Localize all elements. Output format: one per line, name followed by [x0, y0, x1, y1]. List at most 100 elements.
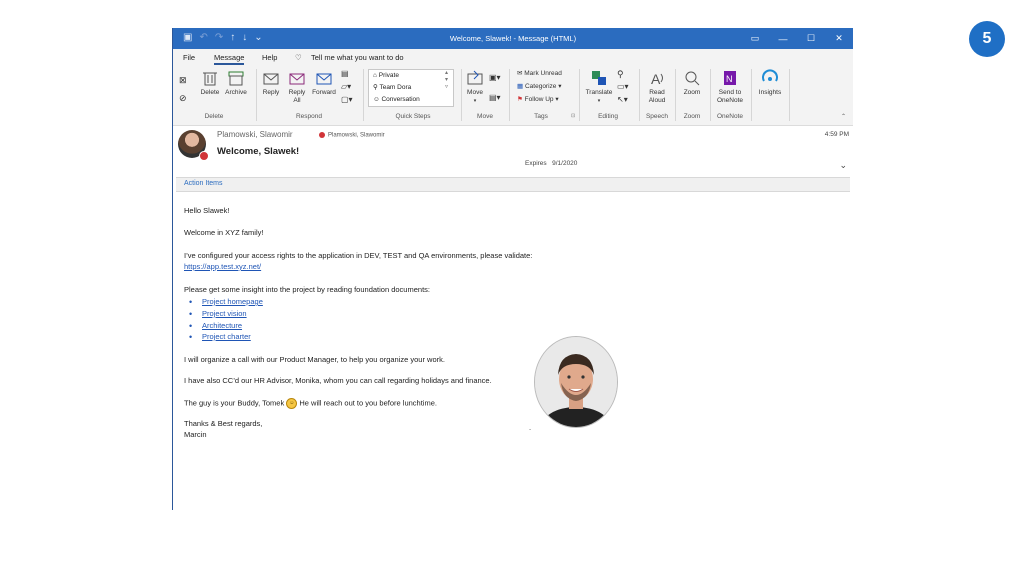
group-editing-label: Editing: [598, 113, 618, 120]
quick-step-private[interactable]: ⌂ Private: [369, 70, 453, 82]
buddy-line: The guy is your Buddy, Tomek ☺ He will r…: [184, 398, 437, 409]
select-icon[interactable]: ↖▾: [617, 95, 628, 104]
window-controls: ▭ — ☐ ✕: [741, 28, 853, 49]
mark-unread-button[interactable]: ✉ Mark Unread: [517, 69, 562, 77]
quick-steps-scroll-icon[interactable]: ▴ ▾ ▿: [445, 69, 448, 90]
ribbon-display-options-icon[interactable]: ▭: [741, 28, 769, 49]
translate-button[interactable]: Translate ▾: [583, 69, 615, 105]
greeting: Hello Slawek!: [184, 206, 230, 215]
message-header: Plamowski, Slawomir Plamowski, Slawomir …: [173, 126, 853, 184]
svg-text:A: A: [651, 71, 661, 87]
delete-button[interactable]: Delete: [200, 69, 220, 97]
delete-label: Delete: [200, 89, 220, 96]
find-icon[interactable]: ⚲: [617, 69, 624, 80]
access-line: I’ve configured your access rights to th…: [184, 251, 533, 260]
more-respond-icon[interactable]: ▢▾: [341, 95, 353, 104]
doc-link-project-charter[interactable]: Project charter: [189, 332, 251, 342]
person-portrait-icon: [535, 337, 617, 427]
expand-header-chevron-icon[interactable]: ⌄: [839, 160, 847, 171]
related-icon[interactable]: ▭▾: [617, 82, 629, 91]
reply-button[interactable]: Reply: [259, 69, 283, 97]
insights-label: Insights: [758, 89, 782, 96]
block-sender-icon[interactable]: ⊘: [179, 93, 187, 104]
reply-all-button[interactable]: Reply All: [285, 69, 309, 105]
ribbon-tabs: File Message Help ♡ Tell me what you wan…: [173, 49, 853, 65]
recipient-presence-icon: [319, 132, 325, 138]
forward-label: Forward: [312, 89, 336, 96]
doc-link-architecture[interactable]: Architecture: [189, 321, 242, 331]
send-onenote-label-2: OneNote: [716, 97, 744, 104]
message-subject: Welcome, Slawek!: [217, 146, 300, 157]
insights-icon: [762, 69, 778, 82]
send-onenote-label-1: Send to: [718, 89, 742, 96]
ribbon-separator: [789, 69, 790, 121]
ribbon-separator: [710, 69, 711, 121]
send-to-onenote-button[interactable]: N Send to OneNote: [713, 69, 747, 105]
group-delete-label: Delete: [204, 113, 224, 120]
categorize-button[interactable]: ▦ Categorize ▾: [517, 82, 561, 90]
quick-steps-gallery: ⌂ Private ⚲ Team Dora ☺ Conversation: [368, 69, 454, 107]
reply-icon: [263, 73, 279, 85]
action-items-label[interactable]: Action Items: [184, 180, 223, 187]
collapse-ribbon-icon[interactable]: ⌃: [841, 113, 846, 120]
tab-message[interactable]: Message: [214, 53, 245, 65]
insight-line: Please get some insight into the project…: [184, 285, 430, 294]
ribbon-separator: [461, 69, 462, 121]
sender-name[interactable]: Plamowski, Slawomir: [217, 130, 293, 139]
regards-line: Thanks & Best regards,: [184, 419, 263, 428]
group-speech-label: Speech: [645, 113, 669, 120]
tags-dialog-launcher-icon[interactable]: ⊡: [571, 113, 575, 119]
sent-time: 4:59 PM: [824, 131, 849, 138]
zoom-label: Zoom: [683, 89, 701, 96]
welcome-line: Welcome in XYZ family!: [184, 228, 264, 237]
archive-label: Archive: [225, 89, 247, 96]
reply-label: Reply: [262, 89, 280, 96]
tell-me-search[interactable]: Tell me what you want to do: [311, 53, 404, 62]
group-onenote-label: OneNote: [716, 113, 744, 120]
translate-icon: [592, 71, 606, 85]
archive-icon: [228, 71, 244, 86]
tab-help[interactable]: Help: [262, 53, 277, 62]
group-quick-steps-label: Quick Steps: [395, 113, 431, 120]
meeting-icon[interactable]: ▤: [341, 69, 349, 78]
reply-all-label-1: Reply: [288, 89, 306, 96]
close-button[interactable]: ✕: [825, 28, 853, 49]
ribbon-separator: [675, 69, 676, 121]
group-respond-label: Respond: [295, 113, 323, 120]
read-aloud-label-2: Aloud: [648, 97, 666, 104]
reply-all-icon: [289, 73, 305, 85]
ribbon-separator: [256, 69, 257, 121]
actions-icon[interactable]: ▤▾: [489, 93, 501, 102]
doc-link-project-vision[interactable]: Project vision: [189, 309, 246, 319]
lightbulb-icon: ♡: [295, 53, 302, 62]
expires-info: Expires 9/1/2020: [525, 160, 578, 167]
presence-busy-icon: [199, 151, 209, 161]
zoom-icon: [685, 71, 700, 86]
quick-step-team-dora[interactable]: ⚲ Team Dora: [369, 82, 453, 94]
forward-button[interactable]: Forward: [310, 69, 338, 97]
group-zoom-label: Zoom: [683, 113, 701, 120]
move-button[interactable]: Move ▾: [465, 69, 485, 105]
action-items-bar[interactable]: Action Items: [176, 177, 850, 192]
maximize-button[interactable]: ☐: [797, 28, 825, 49]
follow-up-button[interactable]: ⚑ Follow Up ▾: [517, 95, 559, 103]
quick-step-conversation[interactable]: ☺ Conversation: [369, 94, 453, 106]
archive-button[interactable]: Archive: [223, 69, 249, 97]
app-link[interactable]: https://app.test.xyz.net/: [184, 262, 261, 272]
insights-button[interactable]: Insights: [755, 69, 785, 97]
smiley-emoji-icon: ☺: [286, 398, 298, 409]
ignore-icon[interactable]: ⊠: [179, 75, 187, 86]
tab-file[interactable]: File: [183, 53, 195, 62]
read-aloud-button[interactable]: A Read Aloud: [643, 69, 671, 105]
ribbon-separator: [363, 69, 364, 121]
ribbon: ⊠ ⊘ Delete Archive Delete Reply Reply Al…: [173, 65, 853, 126]
buddy-photo: [534, 336, 618, 428]
doc-link-project-homepage[interactable]: Project homepage: [189, 297, 263, 307]
recipient[interactable]: Plamowski, Slawomir: [319, 132, 385, 139]
call-line: I will organize a call with our Product …: [184, 355, 445, 364]
rules-icon[interactable]: ▣▾: [489, 73, 501, 82]
im-icon[interactable]: ▱▾: [341, 82, 351, 91]
minimize-button[interactable]: —: [769, 28, 797, 49]
zoom-button[interactable]: Zoom: [678, 69, 706, 97]
ribbon-separator: [639, 69, 640, 121]
